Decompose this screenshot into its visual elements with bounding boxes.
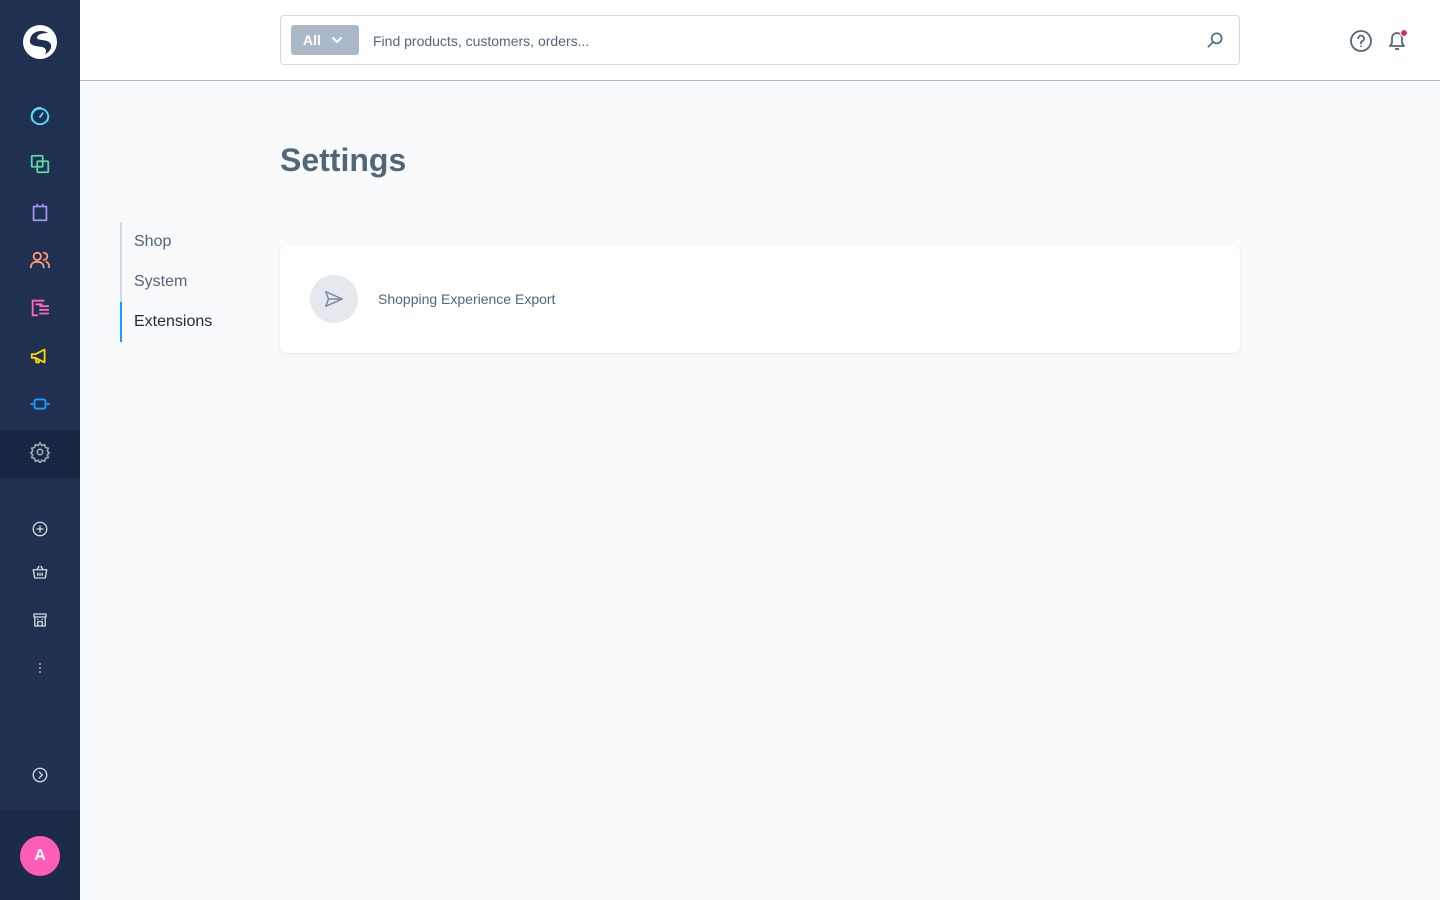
shopware-logo-icon[interactable] [20, 22, 60, 62]
dashboard-icon [29, 105, 51, 132]
rail-item-marketing[interactable] [0, 334, 80, 382]
content-icon [29, 297, 51, 324]
rail-item-content[interactable] [0, 286, 80, 334]
rail-item-storefront[interactable] [0, 598, 80, 646]
notification-bell-icon[interactable] [1384, 28, 1410, 54]
search-type-label: All [303, 32, 321, 48]
orders-icon [29, 201, 51, 228]
paper-plane-icon [325, 290, 343, 308]
extensions-icon [29, 393, 51, 420]
tab-label: System [134, 273, 188, 290]
customers-icon [29, 249, 51, 276]
rail-item-catalog[interactable] [0, 142, 80, 190]
search-type-dropdown[interactable]: All [291, 25, 359, 55]
page-title: Settings [280, 142, 407, 178]
settings-card: Shopping Experience Export [280, 245, 1240, 353]
search-input[interactable] [373, 28, 1173, 54]
tab-extensions[interactable]: Extensions [120, 302, 260, 342]
storefront-icon [31, 611, 49, 634]
marketing-icon [29, 345, 51, 372]
notification-badge [1399, 28, 1409, 38]
rail-item-orders[interactable] [0, 190, 80, 238]
settings-tabs: Shop System Extensions [120, 222, 260, 342]
settings-item-shopping-experience-export[interactable]: Shopping Experience Export [310, 275, 555, 323]
user-section: A [0, 810, 80, 900]
tab-shop[interactable]: Shop [120, 222, 260, 262]
more-icon [32, 660, 48, 681]
settings-icon [29, 440, 51, 468]
tab-label: Shop [134, 233, 172, 250]
global-search: All [280, 15, 1240, 65]
collapse-menu-button[interactable] [0, 753, 80, 801]
search-icon[interactable] [1205, 30, 1225, 50]
rail-item-settings[interactable] [0, 430, 80, 478]
add-sales-channel-icon [31, 520, 49, 543]
rail-item-extensions[interactable] [0, 382, 80, 430]
headless-sales-channel-icon [31, 563, 49, 586]
rail-item-headless-sales-channel[interactable] [0, 550, 80, 598]
top-bar: All [80, 0, 1440, 81]
settings-item-icon-wrapper [310, 275, 358, 323]
rail-item-customers[interactable] [0, 238, 80, 286]
admin-menu: A [0, 0, 80, 900]
tab-system[interactable]: System [120, 262, 260, 302]
settings-item-label: Shopping Experience Export [378, 291, 556, 307]
rail-item-more[interactable] [0, 646, 80, 694]
rail-item-add-sales-channel[interactable] [0, 507, 80, 555]
chevron-circle-right-icon [31, 766, 49, 789]
catalog-icon [29, 153, 51, 180]
chevron-down-icon [331, 37, 342, 44]
avatar[interactable]: A [20, 836, 60, 876]
help-icon[interactable] [1348, 28, 1374, 54]
tab-label: Extensions [134, 313, 213, 330]
rail-item-dashboard[interactable] [0, 94, 80, 142]
